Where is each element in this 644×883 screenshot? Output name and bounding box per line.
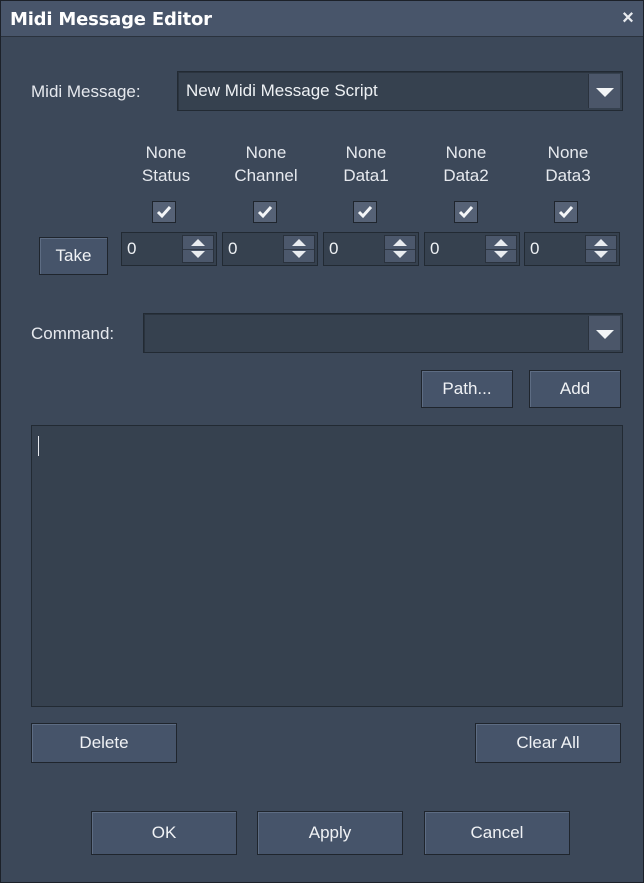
spinner-arrows-icon[interactable] [182, 235, 214, 263]
data1-spinbox[interactable]: 0 [323, 232, 419, 266]
command-label: Command: [31, 324, 115, 343]
checkmark-icon [357, 206, 373, 219]
column-header-data2: None Data2 [426, 141, 506, 187]
column-header-top: None [145, 143, 187, 162]
ok-button[interactable]: OK [91, 811, 237, 855]
data3-checkbox[interactable] [554, 201, 578, 223]
close-icon[interactable]: × [617, 7, 639, 29]
midi-message-combo[interactable]: New Midi Message Script [177, 71, 623, 111]
add-button[interactable]: Add [529, 370, 621, 408]
column-header-bottom: Channel [234, 166, 298, 185]
data2-checkbox[interactable] [454, 201, 478, 223]
column-header-channel: None Channel [226, 141, 306, 187]
apply-button[interactable]: Apply [257, 811, 403, 855]
path-button[interactable]: Path... [421, 370, 513, 408]
spinbox-value: 0 [530, 239, 540, 258]
checkmark-icon [156, 206, 172, 219]
checkmark-icon [458, 206, 474, 219]
checkmark-icon [257, 206, 273, 219]
spinner-arrows-icon[interactable] [283, 235, 315, 263]
column-header-data3: None Data3 [528, 141, 608, 187]
column-header-bottom: Status [141, 166, 191, 185]
column-header-bottom: Data2 [443, 166, 489, 185]
data3-spinbox[interactable]: 0 [524, 232, 620, 266]
data2-spinbox[interactable]: 0 [424, 232, 520, 266]
spinbox-value: 0 [329, 239, 339, 258]
chevron-down-icon[interactable] [588, 74, 620, 108]
spinner-arrows-icon[interactable] [485, 235, 517, 263]
midi-message-label: Midi Message: [31, 82, 141, 101]
title-bar[interactable]: Midi Message Editor × [1, 1, 643, 37]
midi-message-editor-window: Midi Message Editor × Midi Message: New … [0, 0, 644, 883]
script-editor[interactable] [31, 425, 623, 707]
channel-spinbox[interactable]: 0 [222, 232, 318, 266]
column-header-top: None [345, 143, 387, 162]
spinbox-value: 0 [127, 239, 137, 258]
column-header-data1: None Data1 [326, 141, 406, 187]
window-title: Midi Message Editor [10, 9, 212, 30]
spinbox-value: 0 [430, 239, 440, 258]
status-checkbox[interactable] [152, 201, 176, 223]
status-spinbox[interactable]: 0 [121, 232, 217, 266]
column-header-status: None Status [126, 141, 206, 187]
spinner-arrows-icon[interactable] [585, 235, 617, 263]
column-header-bottom: Data3 [545, 166, 591, 185]
clear-all-button[interactable]: Clear All [475, 723, 621, 763]
column-header-top: None [245, 143, 287, 162]
checkmark-icon [558, 206, 574, 219]
data1-checkbox[interactable] [353, 201, 377, 223]
chevron-down-icon[interactable] [588, 316, 620, 350]
take-button[interactable]: Take [39, 237, 108, 275]
cancel-button[interactable]: Cancel [424, 811, 570, 855]
midi-message-value: New Midi Message Script [186, 81, 378, 100]
column-header-top: None [445, 143, 487, 162]
spinbox-value: 0 [228, 239, 238, 258]
column-header-bottom: Data1 [343, 166, 389, 185]
spinner-arrows-icon[interactable] [384, 235, 416, 263]
command-combo[interactable] [143, 313, 623, 353]
channel-checkbox[interactable] [253, 201, 277, 223]
column-header-top: None [547, 143, 589, 162]
text-caret [38, 436, 39, 456]
delete-button[interactable]: Delete [31, 723, 177, 763]
